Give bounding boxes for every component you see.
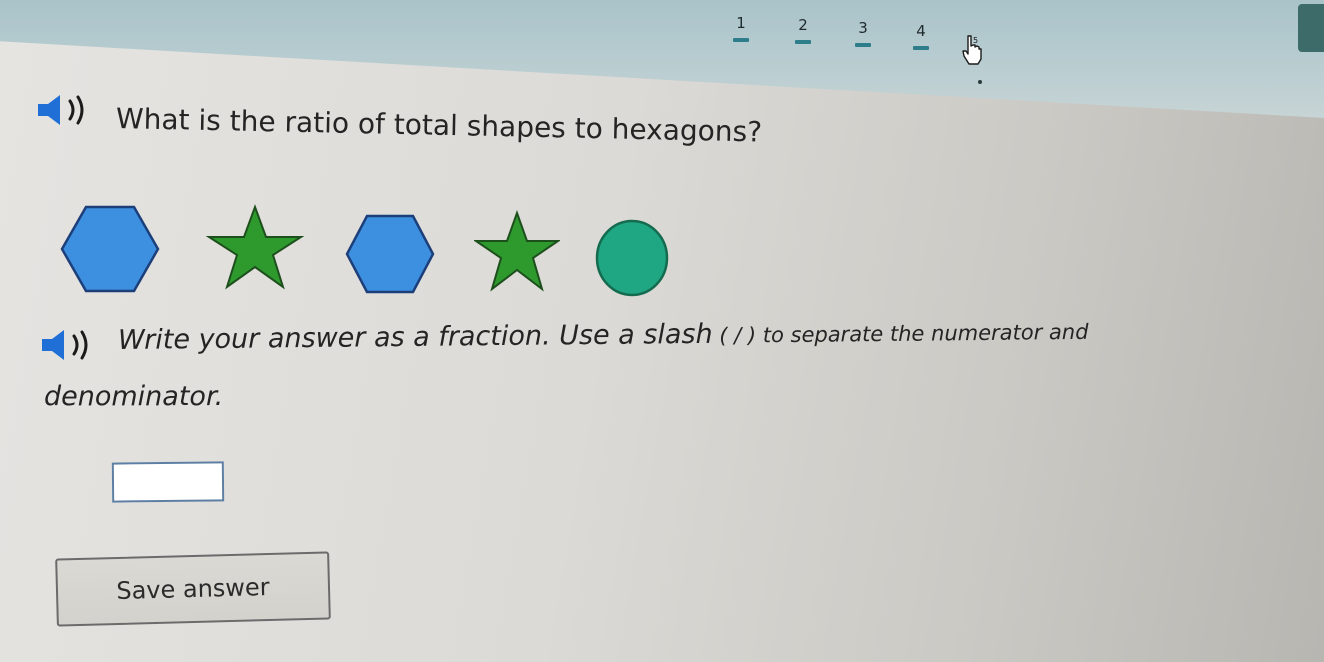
circle-shape bbox=[595, 219, 669, 297]
hand-cursor-icon: 5 bbox=[962, 35, 982, 65]
progress-step-label: 5 bbox=[973, 36, 978, 45]
speaker-icon[interactable] bbox=[34, 92, 98, 128]
star-shape bbox=[474, 210, 560, 292]
progress-step-label: 4 bbox=[916, 22, 926, 40]
answer-input[interactable] bbox=[111, 461, 225, 503]
progress-header bbox=[0, 0, 1324, 118]
hexagon-shape bbox=[345, 214, 435, 294]
progress-step-bar bbox=[795, 40, 811, 44]
progress-step-3[interactable]: 3 bbox=[848, 19, 878, 47]
instruction-line-2: denominator. bbox=[44, 381, 224, 412]
progress-step-bar bbox=[855, 43, 871, 47]
instruction-line-1: Write your answer as a fraction. Use a s… bbox=[117, 318, 713, 356]
progress-step-2[interactable]: 2 bbox=[788, 16, 818, 44]
progress-step-bar bbox=[913, 46, 929, 50]
hexagon-shape bbox=[60, 205, 160, 293]
progress-step-bar bbox=[733, 38, 749, 42]
star-shape bbox=[206, 204, 304, 290]
progress-step-4[interactable]: 4 bbox=[906, 22, 936, 50]
speaker-icon[interactable] bbox=[38, 327, 102, 363]
progress-step-1[interactable]: 1 bbox=[726, 14, 756, 42]
question-text: What is the ratio of total shapes to hex… bbox=[115, 102, 763, 149]
progress-step-label: 3 bbox=[858, 19, 868, 37]
progress-step-label: 2 bbox=[798, 16, 808, 34]
instruction-text: Write your answer as a fraction. Use a s… bbox=[118, 315, 1089, 356]
menu-tab[interactable] bbox=[1298, 4, 1324, 52]
progress-step-label: 1 bbox=[736, 14, 746, 32]
instruction-line-1-cont: ( / ) to separate the numerator and bbox=[712, 319, 1089, 348]
save-answer-button[interactable]: Save answer bbox=[55, 551, 331, 627]
progress-marker bbox=[978, 80, 982, 84]
